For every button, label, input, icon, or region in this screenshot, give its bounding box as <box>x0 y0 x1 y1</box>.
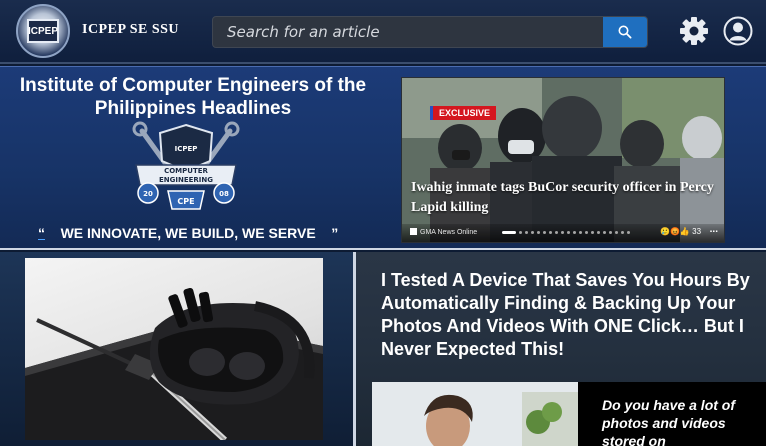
ad-person-illustration <box>372 382 578 446</box>
carousel-dot[interactable] <box>543 231 546 234</box>
svg-text:ICPEP: ICPEP <box>175 145 198 153</box>
carousel-dot[interactable] <box>585 231 588 234</box>
carousel-dot[interactable] <box>615 231 618 234</box>
news-headline[interactable]: Iwahig inmate tags BuCor security office… <box>411 178 721 218</box>
search-input[interactable] <box>213 17 603 47</box>
news-carousel-card[interactable]: EXCLUSIVE Iwahig inmate tags BuCor secur… <box>401 77 725 243</box>
search-button[interactable] <box>603 17 647 47</box>
ad-panel: I Tested A Device That Saves You Hours B… <box>356 252 766 446</box>
motto-text: WE INNOVATE, WE BUILD, WE SERVE <box>60 225 316 241</box>
svg-text:ENGINEERING: ENGINEERING <box>159 176 213 184</box>
carousel-dot[interactable] <box>573 231 576 234</box>
reaction-count-value: 33 <box>692 227 702 236</box>
carousel-dot[interactable] <box>519 231 522 234</box>
carousel-dot[interactable] <box>537 231 540 234</box>
ad-headline[interactable]: I Tested A Device That Saves You Hours B… <box>381 269 761 361</box>
carousel-dot[interactable] <box>609 231 612 234</box>
reaction-emojis: 🥲😡👍 <box>660 227 690 236</box>
icpep-logo[interactable]: ICPEP <box>16 4 70 58</box>
news-footer: GMA News Online 🥲😡👍 33 ... <box>402 224 724 242</box>
carousel-dot[interactable] <box>603 231 606 234</box>
carousel-dot[interactable] <box>567 231 570 234</box>
news-source-label: GMA News Online <box>420 229 478 236</box>
news-photo <box>402 78 724 242</box>
carousel-dot[interactable] <box>525 231 528 234</box>
ad-teaser[interactable]: Do you have a lot of photos and videos s… <box>602 396 752 446</box>
vr-headset-illustration <box>25 287 323 440</box>
brand-name[interactable]: ICPEP SE SSU <box>82 22 179 38</box>
more-options-icon[interactable]: ... <box>710 224 718 235</box>
svg-text:CPE: CPE <box>177 197 194 206</box>
carousel-dot[interactable] <box>579 231 582 234</box>
gear-icon[interactable] <box>678 15 710 47</box>
gma-logo-icon <box>410 228 417 235</box>
carousel-dot[interactable] <box>627 231 630 234</box>
carousel-indicators <box>502 231 630 234</box>
vr-headset-image[interactable] <box>25 258 323 440</box>
reaction-count[interactable]: 🥲😡👍 33 <box>660 227 701 236</box>
svg-text:08: 08 <box>219 190 229 198</box>
carousel-dot[interactable] <box>531 231 534 234</box>
logo-mark: ICPEP <box>27 19 59 43</box>
search-bar <box>212 16 648 48</box>
carousel-dot[interactable] <box>591 231 594 234</box>
top-navbar: ICPEP ICPEP SE SSU <box>0 0 766 64</box>
user-icon[interactable] <box>722 15 754 47</box>
motto-open-quote: “ <box>38 225 45 241</box>
svg-text:20: 20 <box>143 190 153 198</box>
page-title: Institute of Computer Engineers of the P… <box>19 75 367 119</box>
motto-close-quote: ” <box>331 225 339 241</box>
news-source[interactable]: GMA News Online <box>410 228 477 236</box>
search-icon <box>618 25 632 39</box>
content-section: I Tested A Device That Saves You Hours B… <box>0 252 766 446</box>
exclusive-badge: EXCLUSIVE <box>430 106 497 120</box>
ad-image[interactable] <box>372 382 578 446</box>
carousel-dot[interactable] <box>555 231 558 234</box>
carousel-dot[interactable] <box>561 231 564 234</box>
carousel-dot-active[interactable] <box>502 231 516 234</box>
icpep-emblem: ICPEP COMPUTER ENGINEERING 20 08 CPE <box>132 121 240 210</box>
carousel-dot[interactable] <box>621 231 624 234</box>
svg-text:COMPUTER: COMPUTER <box>164 167 208 175</box>
product-panel <box>0 252 353 446</box>
hero-section: Institute of Computer Engineers of the P… <box>0 66 766 250</box>
carousel-dot[interactable] <box>597 231 600 234</box>
motto: “ WE INNOVATE, WE BUILD, WE SERVE ” <box>38 225 358 241</box>
carousel-dot[interactable] <box>549 231 552 234</box>
